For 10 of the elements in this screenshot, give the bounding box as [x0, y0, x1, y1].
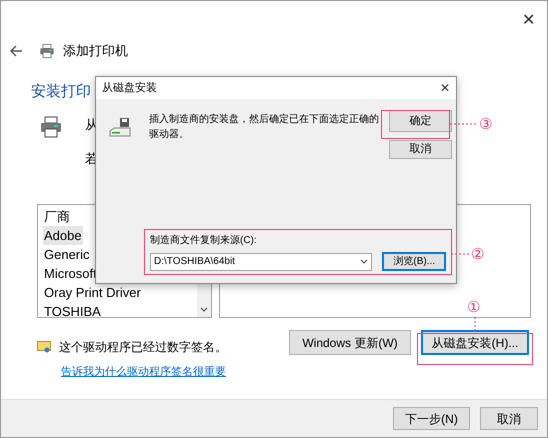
- dialog-title: 从磁盘安装: [102, 80, 157, 96]
- callout-number: ②: [471, 246, 484, 262]
- callout-number: ①: [467, 299, 480, 315]
- callout-number: ③: [479, 116, 492, 132]
- list-header: 厂商: [43, 208, 71, 226]
- window-title: 添加打印机: [63, 42, 128, 60]
- dialog-message: 插入制造商的安装盘，然后确定已在下面选定正确的驱动器。: [149, 112, 379, 142]
- signature-note: 这个驱动程序已经过数字签名。: [59, 339, 227, 356]
- source-label: 制造商文件复制来源(C):: [150, 234, 258, 248]
- page-heading: 安装打印: [31, 82, 91, 102]
